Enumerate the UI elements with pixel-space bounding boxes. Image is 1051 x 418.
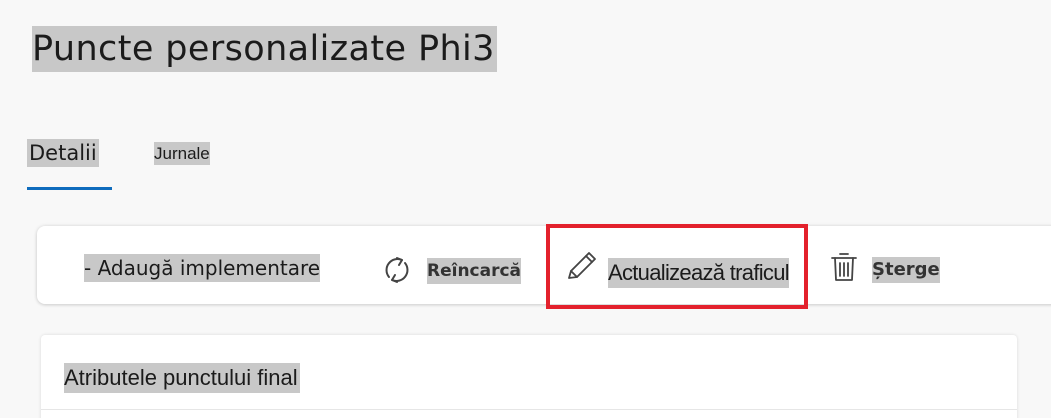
delete-label: Șterge — [872, 257, 940, 283]
endpoint-page: Puncte personalizate Phi3 Detalii Jurnal… — [0, 0, 1051, 418]
page-title: Puncte personalizate Phi3 — [32, 26, 497, 72]
update-traffic-label: Actualizează traficul — [608, 258, 790, 288]
tab-details[interactable]: Detalii — [27, 139, 99, 167]
tab-selected-indicator — [27, 187, 112, 190]
endpoint-attributes-panel: Atributele punctului final — [41, 335, 1017, 418]
panel-divider — [41, 409, 1017, 410]
refresh-icon — [385, 257, 409, 283]
add-deployment-label: - Adaugă implementare — [84, 254, 321, 282]
panel-title: Atributele punctului final — [64, 363, 300, 393]
pencil-icon — [568, 252, 596, 279]
tab-logs[interactable]: Jurnale — [154, 142, 210, 165]
refresh-label: Reîncarcă — [427, 258, 522, 284]
trash-icon — [831, 253, 857, 281]
command-toolbar: - Adaugă implementare Reîncarcă Actualiz… — [37, 224, 1051, 309]
